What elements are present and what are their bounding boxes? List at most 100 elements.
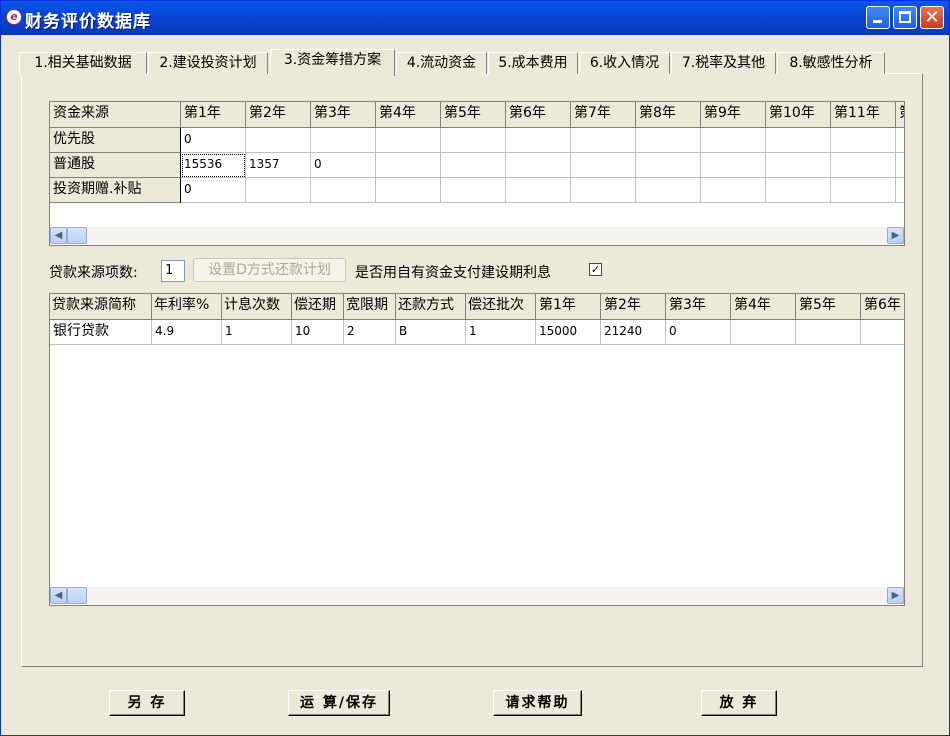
minimize-button[interactable] [866, 6, 890, 29]
grid-cell[interactable]: 0 [311, 153, 376, 178]
grid-cell[interactable]: 2 [344, 320, 396, 345]
header-cell: 年利率% [152, 294, 222, 320]
funding-grid-hscrollbar[interactable]: ◀ ▶ [50, 227, 904, 244]
grid-cell[interactable] [766, 128, 831, 153]
grid-cell[interactable]: 1 [222, 320, 292, 345]
grid-cell[interactable] [571, 178, 636, 203]
grid-cell[interactable] [441, 178, 506, 203]
grid-cell[interactable]: 21240 [601, 320, 666, 345]
header-cell: 还款方式 [396, 294, 466, 320]
grid-cell[interactable]: 10 [292, 320, 344, 345]
grid-cell[interactable] [766, 153, 831, 178]
grid-cell[interactable] [376, 153, 441, 178]
grid-cell[interactable]: 1357 [246, 153, 311, 178]
grid-cell[interactable] [376, 178, 441, 203]
tab-tax[interactable]: 7.税率及其他 [671, 52, 776, 74]
grid-cell[interactable] [636, 153, 701, 178]
header-cell: 第2年 [601, 294, 666, 320]
tab-working-capital[interactable]: 4.流动资金 [396, 52, 487, 74]
grid-cell[interactable] [376, 128, 441, 153]
grid-cell[interactable]: 4.9 [152, 320, 222, 345]
header-cell: 第10年 [766, 102, 831, 128]
header-cell: 偿还批次 [466, 294, 536, 320]
header-cell: 第 [896, 102, 904, 128]
main-window: e 财务评价数据库 ✕ 1.相关基础数据 2.建设投资计划 3.资金筹措方案 4… [0, 0, 950, 736]
header-cell: 计息次数 [222, 294, 292, 320]
grid-cell[interactable] [861, 320, 904, 345]
grid-cell[interactable] [796, 320, 861, 345]
grid-cell-selected[interactable]: 15536 [181, 153, 246, 178]
grid-cell[interactable] [571, 153, 636, 178]
tab-basic-data[interactable]: 1.相关基础数据 [19, 52, 147, 74]
title-bar[interactable]: e 财务评价数据库 ✕ [1, 1, 949, 35]
grid-cell[interactable] [246, 178, 311, 203]
grid-cell[interactable] [831, 128, 896, 153]
grid-cell[interactable]: 0 [181, 128, 246, 153]
loan-grid-hscrollbar[interactable]: ◀ ▶ [50, 587, 904, 604]
grid-cell[interactable] [896, 178, 904, 203]
grid-cell[interactable] [701, 178, 766, 203]
header-cell: 第9年 [701, 102, 766, 128]
header-cell: 第5年 [441, 102, 506, 128]
header-cell: 第3年 [666, 294, 731, 320]
grid-cell[interactable]: 0 [666, 320, 731, 345]
maximize-icon [899, 11, 911, 23]
grid-cell[interactable] [311, 178, 376, 203]
grid-cell[interactable] [246, 128, 311, 153]
interest-self-fund-label: 是否用自有资金支付建设期利息 [355, 265, 551, 281]
grid-cell[interactable] [701, 128, 766, 153]
grid-cell[interactable]: 15000 [536, 320, 601, 345]
grid-cell[interactable] [311, 128, 376, 153]
grid-cell[interactable]: B [396, 320, 466, 345]
grid-cell[interactable] [766, 178, 831, 203]
header-cell: 第7年 [571, 102, 636, 128]
tab-sensitivity[interactable]: 8.敏感性分析 [777, 52, 885, 74]
grid-cell[interactable]: 银行贷款 [50, 320, 152, 345]
tab-income[interactable]: 6.收入情况 [579, 52, 670, 74]
tab-cost[interactable]: 5.成本费用 [488, 52, 578, 74]
grid-cell[interactable] [831, 178, 896, 203]
grid-cell[interactable] [831, 153, 896, 178]
help-button[interactable]: 请求帮助 [493, 690, 582, 716]
tab-investment-plan[interactable]: 2.建设投资计划 [148, 52, 268, 74]
loan-grid[interactable]: 贷款来源简称 年利率% 计息次数 偿还期 宽限期 还款方式 偿还批次 第1年 第… [49, 293, 905, 606]
calculate-save-button[interactable]: 运 算/保存 [288, 690, 390, 716]
header-cell: 第4年 [731, 294, 796, 320]
grid-cell[interactable] [441, 128, 506, 153]
grid-cell[interactable] [731, 320, 796, 345]
header-cell: 贷款来源简称 [50, 294, 152, 320]
loan-count-input[interactable]: 1 [161, 260, 185, 282]
grid-cell[interactable] [506, 178, 571, 203]
repayment-plan-button[interactable]: 设置D方式还款计划 [193, 258, 346, 282]
grid-cell[interactable] [701, 153, 766, 178]
grid-cell[interactable] [636, 178, 701, 203]
grid-cell[interactable] [636, 128, 701, 153]
grid-cell[interactable]: 0 [181, 178, 246, 203]
cancel-button[interactable]: 放 弃 [701, 690, 777, 716]
scroll-left-icon[interactable]: ◀ [50, 227, 67, 244]
grid-cell[interactable] [896, 128, 904, 153]
scroll-right-icon[interactable]: ▶ [887, 587, 904, 604]
header-cell: 资金来源 [50, 102, 181, 128]
scroll-right-icon[interactable]: ▶ [887, 227, 904, 244]
grid-cell[interactable] [506, 128, 571, 153]
header-cell: 第6年 [506, 102, 571, 128]
scroll-thumb[interactable] [67, 227, 87, 244]
minimize-icon [873, 20, 882, 23]
grid-cell[interactable] [896, 153, 904, 178]
loan-count-label: 贷款来源项数: [49, 265, 138, 281]
funding-grid[interactable]: 资金来源 第1年 第2年 第3年 第4年 第5年 第6年 第7年 第8年 第9年… [49, 101, 905, 246]
tab-funding-plan[interactable]: 3.资金筹措方案 [270, 49, 395, 76]
save-as-button[interactable]: 另 存 [109, 690, 185, 716]
window-title: 财务评价数据库 [25, 12, 151, 32]
header-cell: 第6年 [861, 294, 904, 320]
grid-cell[interactable] [506, 153, 571, 178]
grid-cell[interactable] [441, 153, 506, 178]
maximize-button[interactable] [893, 6, 917, 29]
grid-cell[interactable]: 1 [466, 320, 536, 345]
scroll-left-icon[interactable]: ◀ [50, 587, 67, 604]
grid-cell[interactable] [571, 128, 636, 153]
close-button[interactable]: ✕ [920, 6, 944, 29]
scroll-thumb[interactable] [67, 587, 87, 604]
interest-self-fund-checkbox[interactable]: ✓ [589, 263, 602, 276]
